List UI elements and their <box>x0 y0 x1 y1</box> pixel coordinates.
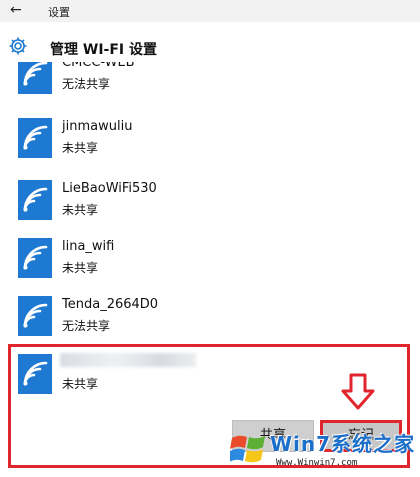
network-ssid: CMCC-WEB <box>62 62 135 70</box>
wifi-icon <box>18 62 52 94</box>
wifi-icon <box>18 296 52 336</box>
window-title: 设置 <box>48 6 70 19</box>
window-titlebar: ← 设置 <box>0 0 420 22</box>
page-title: 管理 WI-FI 设置 <box>50 42 157 58</box>
network-status: 未共享 <box>62 141 99 155</box>
gear-icon <box>9 37 27 55</box>
network-status: 未共享 <box>62 203 99 217</box>
list-item[interactable]: CMCC-WEB 无法共享 <box>18 62 408 112</box>
forget-button[interactable]: 忘记 <box>320 420 402 452</box>
wifi-icon <box>18 238 52 278</box>
network-ssid: LieBaoWiFi530 <box>62 181 157 196</box>
back-arrow-icon[interactable]: ← <box>10 2 22 18</box>
list-item[interactable]: lina_wifi 未共享 <box>18 238 408 296</box>
wifi-icon <box>18 180 52 220</box>
network-ssid: lina_wifi <box>62 239 115 254</box>
list-item[interactable]: LieBaoWiFi530 未共享 <box>18 180 408 238</box>
arrow-down-icon <box>341 373 375 410</box>
list-item[interactable]: jinmawuliu 未共享 <box>18 118 408 176</box>
share-button[interactable]: 共享 <box>232 420 314 452</box>
network-status: 未共享 <box>62 261 99 275</box>
wifi-icon <box>18 118 52 158</box>
network-ssid: jinmawuliu <box>62 119 133 134</box>
network-status: 无法共享 <box>62 77 111 91</box>
network-ssid: Tenda_2664D0 <box>62 297 159 312</box>
network-status: 无法共享 <box>62 319 111 333</box>
